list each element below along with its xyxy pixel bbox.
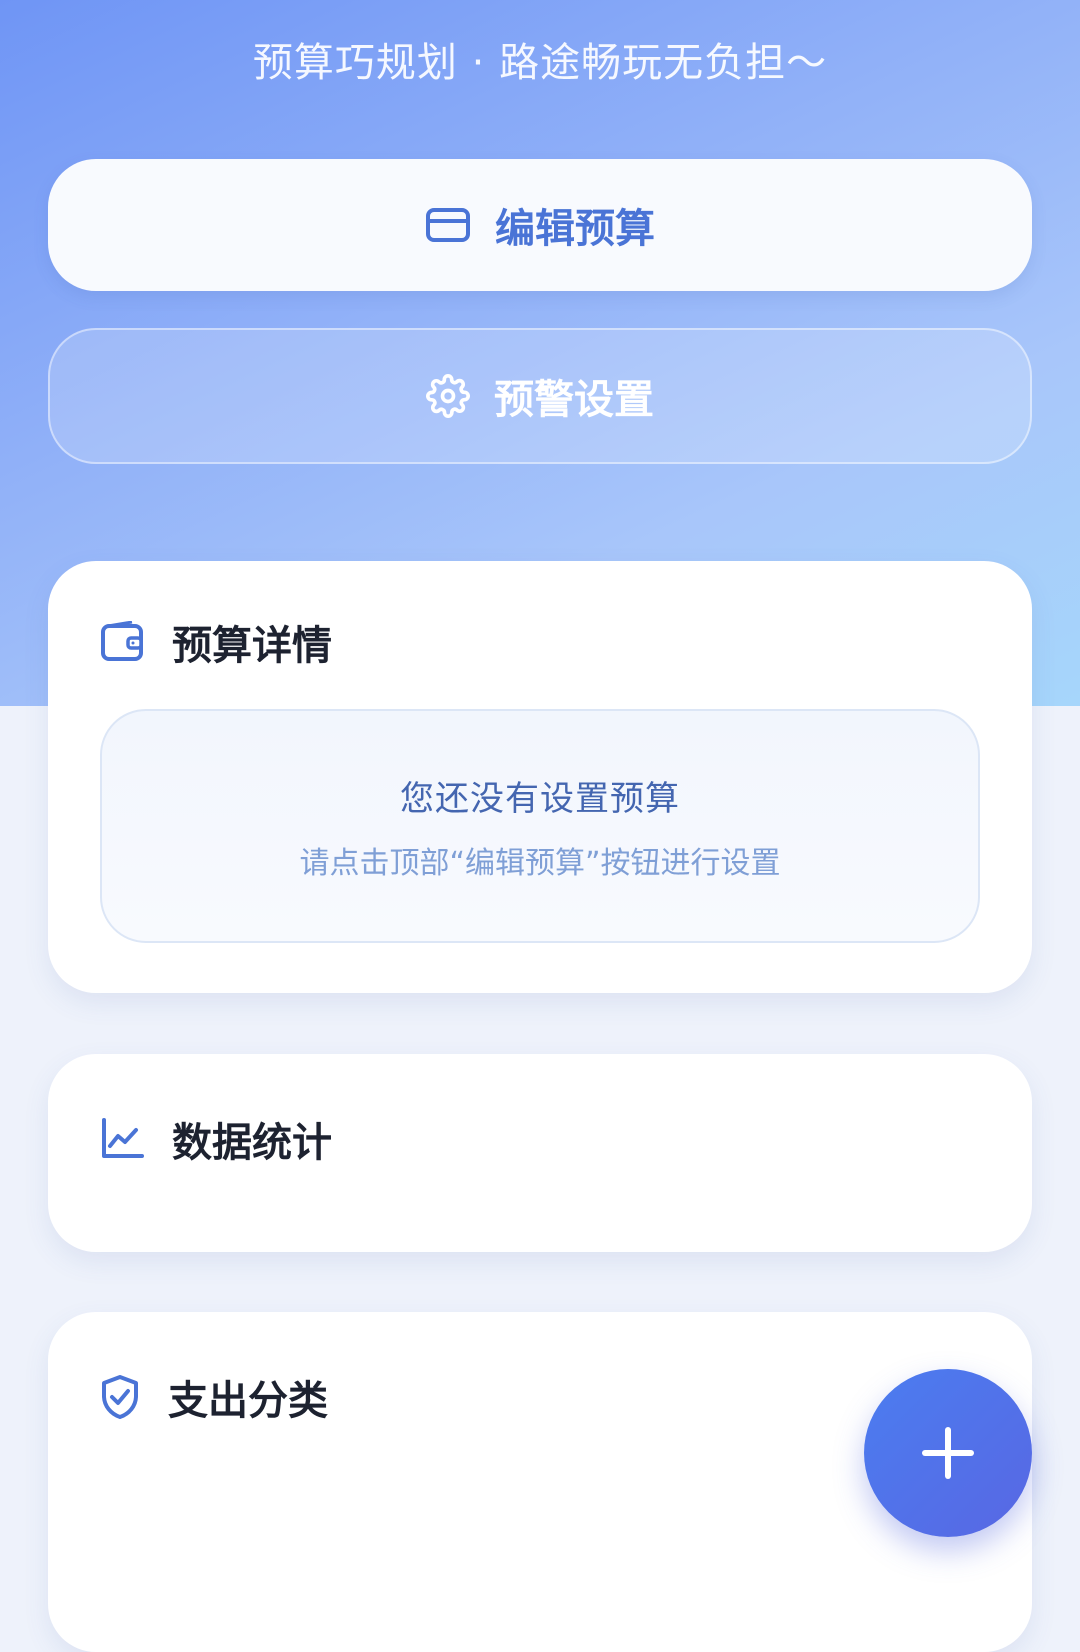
plus-icon	[921, 1426, 975, 1480]
budget-details-title: 预算详情	[172, 623, 332, 669]
alert-settings-label: 预警设置	[494, 377, 654, 423]
empty-state: 您还没有设置预算 请点击顶部“编辑预算”按钮进行设置	[100, 709, 980, 943]
expense-categories-header: 支出分类	[100, 1368, 328, 1426]
shield-check-icon	[100, 1374, 140, 1420]
edit-budget-label: 编辑预算	[495, 206, 655, 252]
budget-details-card: 预算详情 您还没有设置预算 请点击顶部“编辑预算”按钮进行设置	[48, 561, 1032, 993]
statistics-card: 数据统计	[48, 1054, 1032, 1252]
gear-icon	[426, 374, 470, 418]
add-expense-button[interactable]	[864, 1369, 1032, 1537]
page-subtitle: 预算巧规划 · 路途畅玩无负担～	[252, 40, 828, 86]
statistics-title: 数据统计	[172, 1120, 332, 1166]
line-chart-icon	[100, 1118, 144, 1160]
empty-state-description: 请点击顶部“编辑预算”按钮进行设置	[299, 846, 781, 881]
expense-categories-title: 支出分类	[168, 1378, 328, 1424]
edit-budget-button[interactable]: 编辑预算	[48, 159, 1032, 291]
budget-details-header: 预算详情	[100, 613, 332, 671]
card-icon	[425, 207, 471, 243]
wallet-icon	[100, 620, 144, 663]
statistics-header: 数据统计	[100, 1110, 332, 1168]
alert-settings-button[interactable]: 预警设置	[48, 328, 1032, 464]
empty-state-title: 您还没有设置预算	[400, 779, 680, 819]
